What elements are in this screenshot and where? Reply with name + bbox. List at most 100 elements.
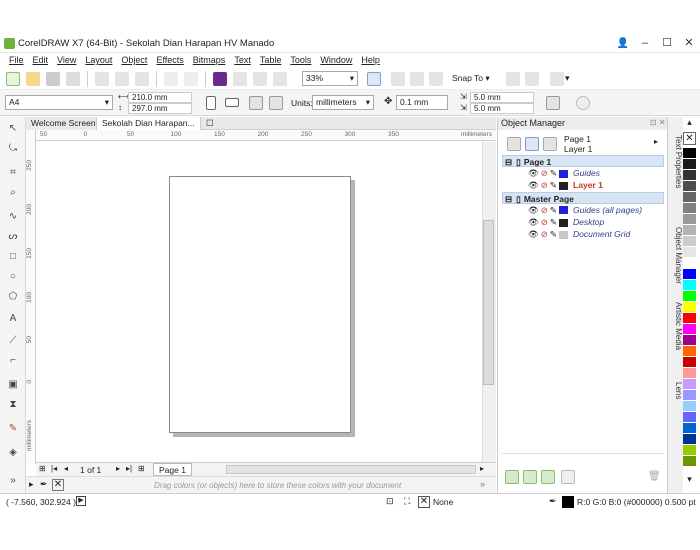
snap-to-menu[interactable]: Snap To ▾ (452, 73, 490, 84)
color-swatch[interactable] (683, 181, 696, 192)
tab-welcome-screen[interactable]: Welcome Screen (26, 117, 101, 130)
tree-layer-row[interactable]: 👁 ⊘ ✎ Desktop (502, 216, 664, 228)
pick-tool-icon[interactable]: ↖ (6, 123, 20, 135)
color-swatch[interactable] (683, 346, 696, 357)
eyedropper-icon[interactable]: ✒ (40, 479, 48, 490)
outline-color-swatch[interactable] (562, 496, 574, 508)
show-guidelines-icon[interactable] (429, 72, 443, 86)
print-toggle-icon[interactable]: ⊘ (541, 217, 548, 227)
publish-pdf-icon[interactable] (253, 71, 267, 86)
color-swatch[interactable] (683, 225, 696, 236)
color-swatch[interactable] (683, 247, 696, 258)
lock-toggle-icon[interactable]: ✎ (550, 217, 557, 227)
tree-page-row[interactable]: ⊟ ▯ Master Page (502, 191, 664, 204)
draw-options-icon[interactable] (576, 96, 590, 110)
vertical-ruler[interactable]: millimeters 250 200 150 100 50 0 (26, 130, 36, 464)
user-icon[interactable]: 👤 (614, 36, 632, 51)
color-swatch[interactable] (683, 203, 696, 214)
collapse-icon[interactable]: ⊟ (505, 194, 512, 204)
launch-icon[interactable] (550, 72, 564, 86)
tree-layer-row[interactable]: 👁 ⊘ ✎ Layer 1 (502, 179, 664, 191)
show-rulers-icon[interactable] (391, 72, 405, 86)
current-page-icon[interactable] (269, 96, 283, 110)
options-icon[interactable] (506, 72, 520, 86)
add-page-icon[interactable]: ⊞ (39, 464, 46, 473)
layer-color-swatch[interactable] (559, 218, 569, 227)
visibility-eye-icon[interactable]: 👁 (528, 205, 539, 215)
docker-tab-artistic-media[interactable]: Artistic Media (669, 302, 683, 350)
undo-icon[interactable] (164, 71, 178, 86)
color-swatch[interactable] (683, 280, 696, 291)
palette-scroll-up-icon[interactable]: ▴ (683, 117, 696, 128)
menu-bitmaps[interactable]: Bitmaps (193, 55, 226, 65)
print-toggle-icon[interactable]: ⊘ (541, 168, 548, 178)
all-pages-icon[interactable] (249, 96, 263, 110)
palette-menu-icon[interactable]: ▸ (29, 479, 34, 490)
color-swatch[interactable] (683, 324, 696, 335)
export-icon[interactable] (233, 71, 247, 86)
shape-tool-icon[interactable]: ⤿ (6, 143, 20, 155)
edit-across-layers-icon[interactable] (525, 137, 539, 151)
layer-color-swatch[interactable] (559, 230, 569, 239)
treat-as-filled-icon[interactable] (546, 96, 560, 110)
new-layer-icon[interactable] (505, 470, 519, 484)
color-swatch[interactable] (683, 401, 696, 412)
last-page-icon[interactable]: ▸| (126, 464, 132, 473)
menu-object[interactable]: Object (121, 55, 147, 65)
rectangle-tool-icon[interactable]: □ (6, 251, 20, 263)
minimize-button[interactable]: – (636, 36, 654, 51)
color-swatch[interactable] (683, 313, 696, 324)
color-swatch[interactable] (683, 192, 696, 203)
color-swatch[interactable] (683, 423, 696, 434)
layer-color-swatch[interactable] (559, 206, 569, 215)
lock-toggle-icon[interactable]: ✎ (550, 229, 557, 239)
docker-tab-text-properties[interactable]: Text Properties (669, 135, 683, 188)
color-swatch[interactable] (683, 302, 696, 313)
lock-toggle-icon[interactable]: ✎ (550, 168, 557, 178)
zoom-level-select[interactable]: 33% ▾ (302, 71, 358, 86)
menu-layout[interactable]: Layout (85, 55, 112, 65)
color-swatch[interactable] (683, 269, 696, 280)
lock-toggle-icon[interactable]: ✎ (550, 180, 557, 190)
new-document-icon[interactable] (6, 71, 20, 86)
nudge-distance-field[interactable]: 0.1 mm (396, 95, 448, 110)
horizontal-ruler[interactable]: millimeters 50 0 50 100 150 200 250 300 350 (36, 130, 496, 141)
color-swatch[interactable] (683, 412, 696, 423)
color-swatch[interactable] (683, 379, 696, 390)
object-manager-menu-icon[interactable]: ▸ (654, 137, 658, 146)
drop-shadow-tool-icon[interactable]: ▣ (6, 379, 20, 391)
docker-tab-object-manager[interactable]: Object Manager (669, 227, 683, 284)
color-swatch[interactable] (683, 236, 696, 247)
color-swatch[interactable] (683, 148, 696, 159)
text-tool-icon[interactable]: A (6, 313, 20, 325)
tree-layer-row[interactable]: 👁 ⊘ ✎ Document Grid (502, 228, 664, 240)
color-swatch[interactable] (683, 390, 696, 401)
add-page-after-icon[interactable]: ⊞ (138, 464, 145, 473)
parallel-dimension-tool-icon[interactable]: ⟋ (6, 335, 20, 347)
vertical-scroll-thumb[interactable] (483, 220, 494, 385)
layer-color-swatch[interactable] (559, 169, 569, 178)
fill-none-swatch[interactable]: ✕ (418, 496, 430, 508)
application-launcher-icon[interactable] (273, 71, 287, 86)
color-eyedropper-tool-icon[interactable]: ✎ (6, 423, 20, 435)
visibility-eye-icon[interactable]: 👁 (528, 217, 539, 227)
tab-document[interactable]: Sekolah Dian Harapan... (96, 117, 201, 130)
tree-page-row[interactable]: ⊟ ▯ Page 1 (502, 155, 664, 167)
page-height-field[interactable]: 297.0 mm (128, 103, 192, 114)
menu-file[interactable]: File (9, 55, 24, 65)
panel-close-icon[interactable]: ⊡ ✕ (650, 118, 666, 127)
print-toggle-icon[interactable]: ⊘ (541, 205, 548, 215)
no-color-swatch[interactable]: ✕ (52, 479, 64, 491)
show-object-properties-icon[interactable] (507, 137, 521, 151)
copy-icon[interactable] (115, 71, 129, 86)
open-folder-icon[interactable] (26, 71, 40, 86)
menu-edit[interactable]: Edit (33, 55, 49, 65)
redo-icon[interactable] (184, 71, 198, 86)
collapse-icon[interactable]: ⊟ (505, 157, 512, 167)
tree-layer-row[interactable]: 👁 ⊘ ✎ Guides (502, 167, 664, 179)
crop-tool-icon[interactable]: ⌗ (6, 167, 20, 179)
no-fill-swatch[interactable]: ✕ (683, 132, 696, 145)
color-proof-icon[interactable]: ⊡ (386, 496, 394, 507)
menu-effects[interactable]: Effects (156, 55, 183, 65)
layer-color-swatch[interactable] (559, 182, 569, 191)
